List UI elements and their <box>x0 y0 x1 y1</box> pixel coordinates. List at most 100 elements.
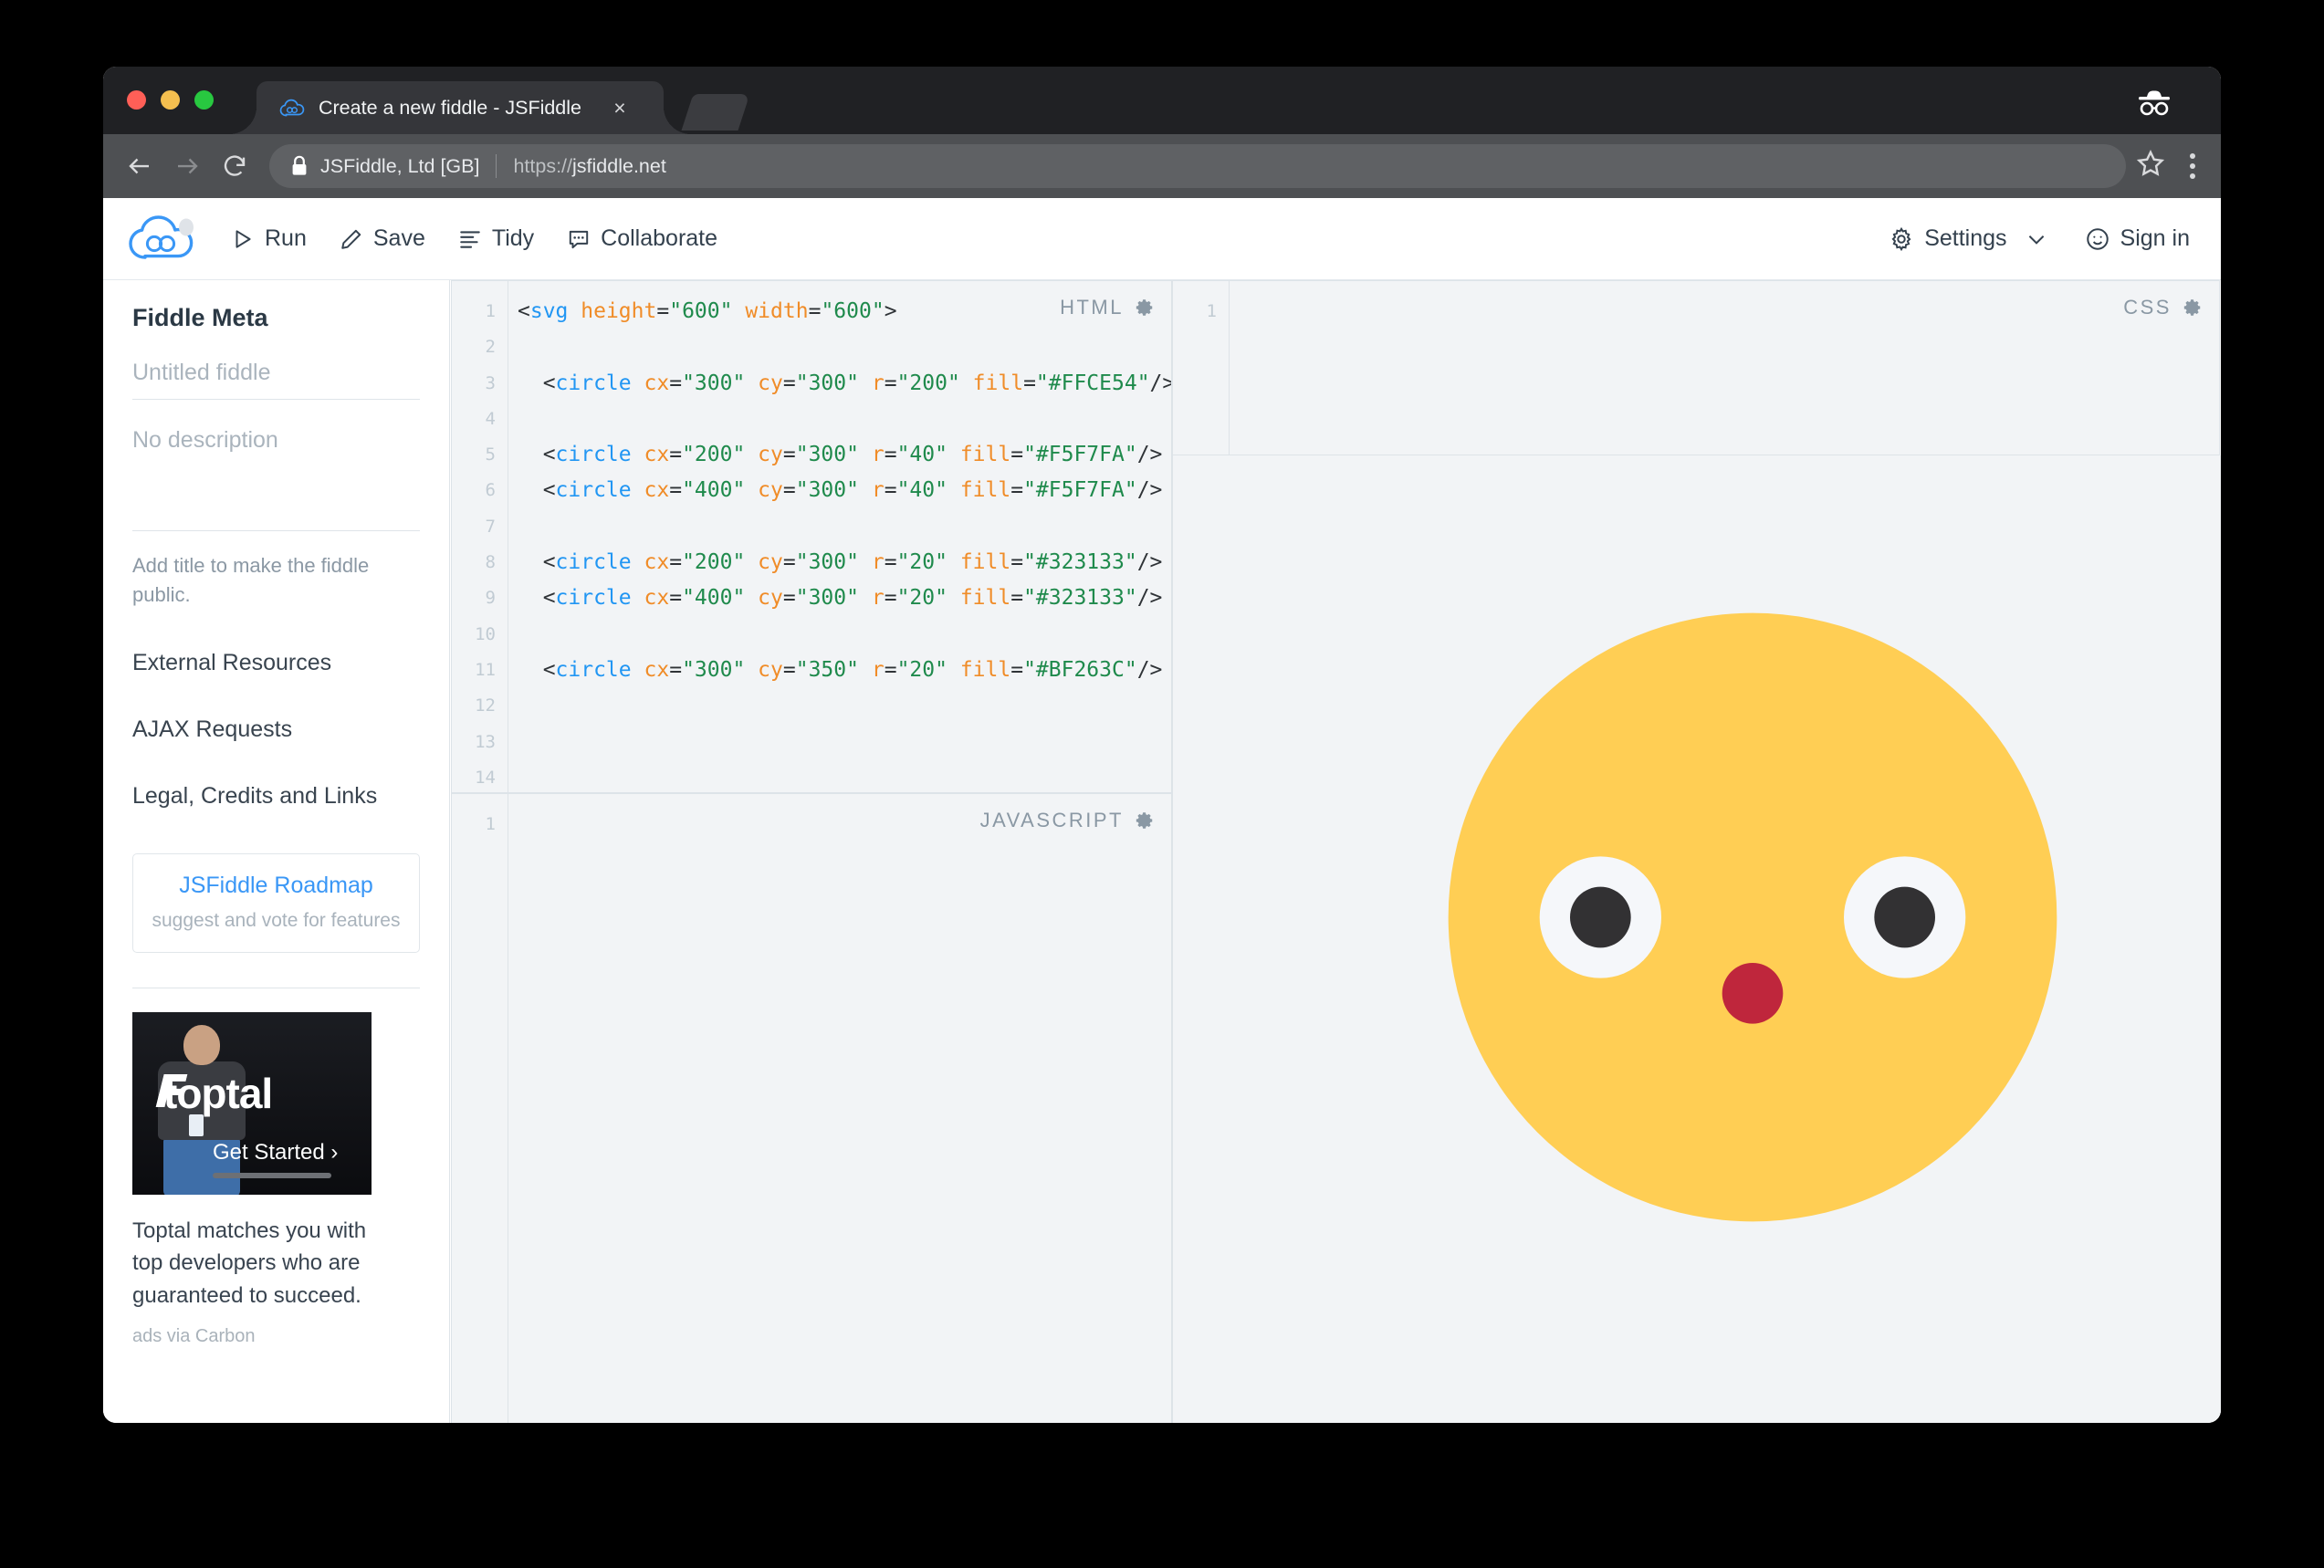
tidy-label: Tidy <box>492 225 534 252</box>
code-token: "200" <box>897 371 960 395</box>
code-token <box>632 371 644 395</box>
back-button[interactable] <box>116 142 163 190</box>
gear-icon <box>1889 226 1914 252</box>
html-editor-code[interactable]: <svg height="600" width="600"> <circle c… <box>508 294 1171 792</box>
browser-menu-button[interactable] <box>2177 146 2208 186</box>
code-line <box>518 617 1171 653</box>
rendered-svg-face <box>1296 461 2209 1374</box>
code-token: "300" <box>796 371 859 395</box>
code-token: fill <box>960 550 1010 574</box>
css-editor-code[interactable] <box>1230 294 2219 455</box>
signin-label: Sign in <box>2120 225 2190 252</box>
code-token: cx <box>644 550 670 574</box>
ad-credit[interactable]: ads via Carbon <box>132 1312 420 1347</box>
advertisement[interactable]: toptal Get Started › Toptal matches you … <box>103 988 449 1348</box>
code-line: <circle cx="300" cy="300" r="200" fill="… <box>518 366 1171 402</box>
incognito-icon <box>2130 87 2179 118</box>
javascript-editor-panel[interactable]: 1 JAVASCRIPT <box>451 793 1172 1423</box>
code-token: height <box>581 299 656 323</box>
line-number: 14 <box>452 760 508 793</box>
site-identity: JSFiddle, Ltd [GB] <box>320 155 479 178</box>
line-number: 9 <box>452 580 508 616</box>
toolbar-right: Settings Sign in <box>1889 198 2190 279</box>
line-number: 3 <box>452 366 508 402</box>
ad-cta-label[interactable]: Get Started › <box>213 1140 338 1166</box>
sidebar-item-ajax-requests[interactable]: AJAX Requests <box>132 716 420 783</box>
code-token: circle <box>556 478 632 502</box>
jsfiddle-favicon-icon <box>278 97 306 119</box>
gear-icon <box>1135 810 1155 831</box>
code-token: fill <box>960 443 1010 466</box>
align-lines-icon <box>458 227 482 251</box>
chat-bubble-icon <box>567 227 591 251</box>
tidy-button[interactable]: Tidy <box>458 225 534 252</box>
code-token: r <box>872 443 885 466</box>
omnibox[interactable]: JSFiddle, Ltd [GB] https://jsfiddle.net <box>269 144 2126 188</box>
code-token: < <box>518 443 556 466</box>
save-button[interactable]: Save <box>340 225 425 252</box>
code-token: /> <box>1150 371 1172 395</box>
fiddle-title-input[interactable]: Untitled fiddle <box>132 332 420 400</box>
close-tab-button[interactable]: × <box>609 97 631 119</box>
code-line: <circle cx="200" cy="300" r="20" fill="#… <box>518 545 1171 580</box>
line-number: 10 <box>452 617 508 653</box>
line-number: 6 <box>452 473 508 508</box>
code-token: = <box>885 443 897 466</box>
code-token <box>859 586 872 610</box>
run-button[interactable]: Run <box>231 225 307 252</box>
line-number: 8 <box>452 545 508 580</box>
ad-photo-head <box>183 1025 220 1065</box>
html-editor-panel[interactable]: 123456789101112131415 <svg height="600" … <box>451 280 1172 793</box>
code-token <box>859 550 872 574</box>
forward-button[interactable] <box>163 142 211 190</box>
code-token: "600" <box>821 299 884 323</box>
address-bar: JSFiddle, Ltd [GB] https://jsfiddle.net <box>103 134 2221 198</box>
code-token: "300" <box>796 586 859 610</box>
minimize-window-button[interactable] <box>161 90 180 110</box>
code-token: fill <box>960 658 1010 682</box>
sidebar-item-external-resources[interactable]: External Resources <box>132 650 420 716</box>
code-token: circle <box>556 550 632 574</box>
reload-button[interactable] <box>211 142 258 190</box>
jsfiddle-logo[interactable] <box>125 212 200 267</box>
line-number: 13 <box>452 725 508 760</box>
code-token <box>632 658 644 682</box>
collaborate-button[interactable]: Collaborate <box>567 225 717 252</box>
new-tab-button[interactable] <box>682 94 750 131</box>
fiddle-description-input[interactable]: No description <box>132 400 420 531</box>
line-number: 12 <box>452 688 508 724</box>
code-line <box>518 760 1171 793</box>
css-editor-panel[interactable]: 1 CSS <box>1172 280 2220 455</box>
code-token: < <box>518 478 556 502</box>
code-line: <circle cx="300" cy="350" r="20" fill="#… <box>518 653 1171 688</box>
code-token: < <box>518 299 530 323</box>
code-token: cy <box>758 443 783 466</box>
code-token: "40" <box>897 478 947 502</box>
sidebar-item-legal-credits-links[interactable]: Legal, Credits and Links <box>132 783 420 850</box>
code-token: "20" <box>897 586 947 610</box>
code-token: "#FFCE54" <box>1036 371 1150 395</box>
code-line: <circle cx="200" cy="300" r="40" fill="#… <box>518 437 1171 473</box>
code-token: = <box>885 371 897 395</box>
code-token: = <box>783 586 796 610</box>
js-editor-code[interactable] <box>508 807 1171 1423</box>
code-token <box>859 443 872 466</box>
maximize-window-button[interactable] <box>194 90 214 110</box>
css-panel-label: CSS <box>2123 296 2203 319</box>
code-token: < <box>518 586 556 610</box>
code-token <box>947 478 960 502</box>
javascript-label-text: JAVASCRIPT <box>980 809 1124 832</box>
signin-button[interactable]: Sign in <box>2085 225 2190 252</box>
settings-button[interactable]: Settings <box>1889 225 2047 252</box>
code-token: < <box>518 371 556 395</box>
ad-brand: toptal <box>163 1069 346 1118</box>
code-token: = <box>1023 371 1036 395</box>
roadmap-promo[interactable]: JSFiddle Roadmap suggest and vote for fe… <box>132 853 420 953</box>
svg-circle-right-pupil <box>1874 887 1935 948</box>
code-token <box>632 586 644 610</box>
browser-tab[interactable]: Create a new fiddle - JSFiddle × <box>256 81 664 134</box>
bookmark-star-icon[interactable] <box>2135 148 2172 184</box>
close-window-button[interactable] <box>127 90 146 110</box>
ad-image[interactable]: toptal Get Started › <box>132 1012 372 1195</box>
page-content: Run Save Tidy Collaborate <box>103 198 2221 1423</box>
